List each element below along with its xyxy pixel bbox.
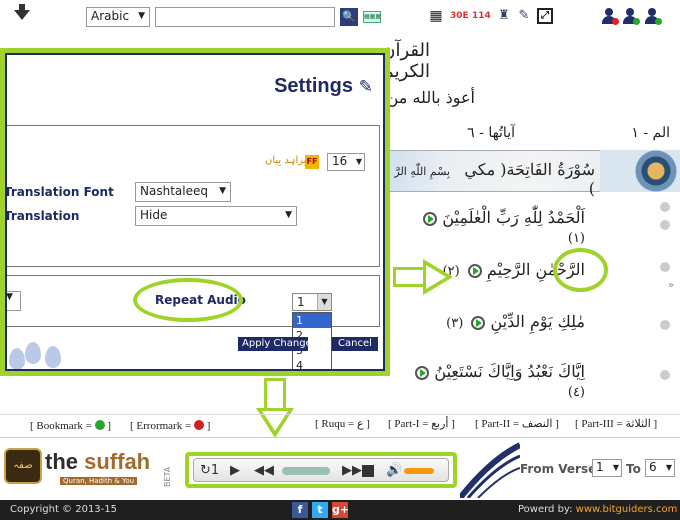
powered-by-link[interactable]: www.bitguiders.com xyxy=(576,504,678,515)
bookmark-legend-label: [ Bookmark = xyxy=(30,420,95,432)
legend-row: [ Bookmark = ] [ Errormark = ] [ Ruqu = … xyxy=(0,414,680,436)
audhu-text: أعوذ بالله من xyxy=(386,88,475,107)
verse-number: (٣) xyxy=(446,316,464,331)
download-arrow-icon[interactable] xyxy=(14,4,30,20)
keyboard-icon[interactable]: ▦▦▦ xyxy=(363,11,381,23)
to-verse-label: To xyxy=(626,462,641,476)
mosque-icon[interactable]: ♜ xyxy=(496,8,512,24)
language-value: Arabic xyxy=(91,9,130,23)
swoosh-decoration xyxy=(460,442,520,498)
player-highlight-frame xyxy=(185,452,457,488)
suffah-logo-icon[interactable]: صفہ xyxy=(4,448,42,484)
settings-highlight-frame xyxy=(0,48,390,376)
search-icon: 🔍 xyxy=(342,10,356,23)
copyright-text: Copyright © 2013-15 xyxy=(10,504,118,515)
part1-legend: [ Part-I = أربع ] xyxy=(388,418,455,430)
verse-bullet-icon xyxy=(660,370,670,380)
juz-index-icon[interactable]: 30E xyxy=(450,8,469,24)
language-select[interactable]: Arabic ▼ xyxy=(86,7,150,27)
verse-row[interactable]: اَلْحَمْدُ لِلّٰهِ رَبِّ الْعٰلَمِيْنَ (… xyxy=(400,208,585,246)
to-verse-value: 6 xyxy=(649,460,657,474)
search-button[interactable]: 🔍 xyxy=(340,8,358,26)
part2-legend: [ Part-II = النصف ] xyxy=(475,418,559,430)
verse-bullet-icon xyxy=(660,220,670,230)
bookmark-legend: [ Bookmark = ] xyxy=(30,420,111,432)
from-verse-label: From Verse xyxy=(520,462,597,476)
to-verse-select[interactable]: 6 ▼ xyxy=(645,459,675,477)
verse-text: مٰلِكِ يَوْمِ الدِّيْنِ xyxy=(490,312,586,331)
bookmark-legend-end: ] xyxy=(104,420,111,432)
logo-tagline: Quran, Hadith & You xyxy=(60,477,138,485)
green-dot-icon xyxy=(94,420,105,430)
verse-number: (٤) xyxy=(567,385,585,400)
register-user-icon[interactable] xyxy=(622,8,640,25)
errormark-legend-end: ] xyxy=(203,420,211,432)
juz-label: الم - ١ xyxy=(631,125,670,141)
play-verse-icon[interactable] xyxy=(467,263,482,278)
verse-text: اِيَّاكَ نَعْبُدُ وَاِيَّاكَ نَسْتَعِيْن… xyxy=(434,362,585,381)
site-logo[interactable]: the suffah xyxy=(45,449,150,475)
bismillah: بِسْمِ اللّٰهِ الرَّ xyxy=(394,165,450,178)
surah-name: سُوْرَةُ الفَاتِحَة( مكي ) xyxy=(464,160,595,198)
surah-ornament-icon xyxy=(600,150,680,192)
play-verse-icon[interactable] xyxy=(423,211,438,226)
twitter-icon[interactable]: t xyxy=(312,502,328,518)
fullscreen-icon[interactable]: ⤢ xyxy=(537,8,553,24)
logout-user-icon[interactable] xyxy=(601,8,619,25)
play-verse-icon[interactable] xyxy=(471,315,486,330)
verse-bullet-icon xyxy=(660,202,670,212)
settings-wrench-icon[interactable]: ✎ xyxy=(516,8,532,24)
verse-row[interactable]: اِيَّاكَ نَعْبُدُ وَاِيَّاكَ نَسْتَعِيْن… xyxy=(400,362,585,400)
logo-the: the xyxy=(45,449,85,474)
verses-count: آياتُها - ٦ xyxy=(467,125,515,141)
powered-by: Powerd by: www.bitguiders.com xyxy=(518,504,677,515)
red-dot-icon xyxy=(193,420,204,430)
beta-label: BETA xyxy=(163,466,172,487)
errormark-legend-label: [ Errormark = xyxy=(130,420,194,432)
part3-legend: [ Part-III = الثلاثة ] xyxy=(575,418,658,430)
right-arrow-head xyxy=(423,259,453,295)
side-collapse-icon[interactable]: » xyxy=(668,280,674,291)
powered-by-label: Powerd by: xyxy=(518,504,576,515)
verse-number: (١) xyxy=(567,231,585,246)
ruqu-legend: [ Ruqu = ع ] xyxy=(315,418,370,430)
verse-highlight-circle xyxy=(553,248,608,292)
logo-suffah: suffah xyxy=(84,449,151,474)
search-input[interactable] xyxy=(155,7,335,27)
from-verse-value: 1 xyxy=(596,460,604,474)
verse-row[interactable]: مٰلِكِ يَوْمِ الدِّيْنِ (٣) xyxy=(400,312,585,331)
right-arrow-annotation xyxy=(393,267,425,287)
play-verse-icon[interactable] xyxy=(415,365,430,380)
errormark-legend: [ Errormark = ] xyxy=(130,420,210,432)
chevron-down-icon: ▼ xyxy=(138,11,145,21)
facebook-icon[interactable]: f xyxy=(292,502,308,518)
login-user-icon[interactable] xyxy=(644,8,662,25)
chevron-down-icon: ▼ xyxy=(612,463,619,472)
verse-text: اَلْحَمْدُ لِلّٰهِ رَبِّ الْعٰلَمِيْنَ xyxy=(442,208,585,227)
grid-icon[interactable]: ▦ xyxy=(428,8,444,24)
repeat-highlight-ellipse xyxy=(133,278,243,322)
verse-bullet-icon xyxy=(660,320,670,330)
surah-index-icon[interactable]: 114 xyxy=(472,8,491,24)
verse-bullet-icon xyxy=(660,262,670,272)
google-plus-icon[interactable]: g+ xyxy=(332,502,349,518)
down-arrow-annotation xyxy=(264,378,286,410)
footer: Copyright © 2013-15 f t g+ Powerd by: ww… xyxy=(0,500,680,520)
chevron-down-icon: ▼ xyxy=(665,463,672,472)
from-verse-select[interactable]: 1 ▼ xyxy=(592,459,622,477)
